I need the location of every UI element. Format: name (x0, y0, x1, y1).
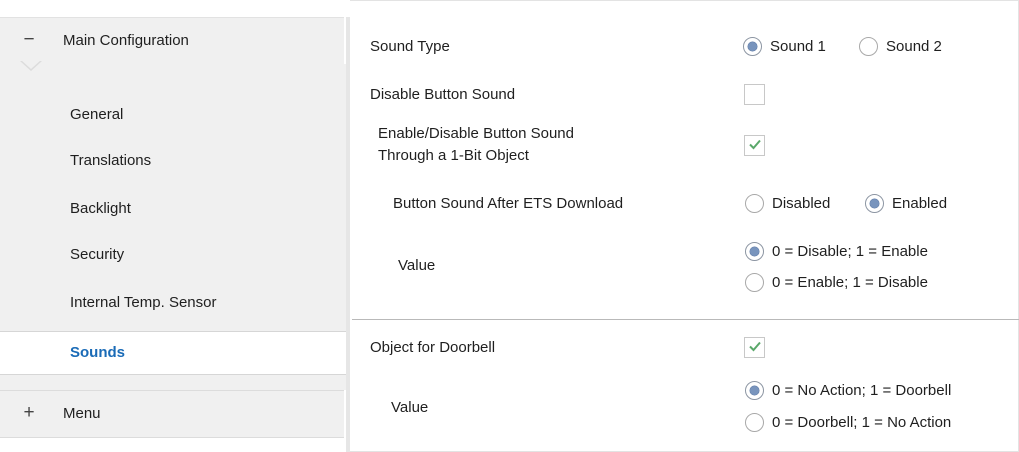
radio-label: 0 = Enable; 1 = Disable (772, 274, 928, 291)
sidebar-group-menu[interactable]: + Menu (0, 390, 344, 438)
sidebar-item-sounds[interactable]: Sounds (0, 331, 346, 375)
radio-button[interactable] (745, 413, 764, 432)
sidebar-item-backlight[interactable]: Backlight (0, 187, 344, 229)
radio-label: 0 = Doorbell; 1 = No Action (772, 414, 952, 431)
sound-type-label: Sound Type (370, 38, 450, 55)
sidebar-item-label: Security (70, 246, 125, 263)
sidebar-item-label: Backlight (70, 200, 131, 217)
sidebar: − Main Configuration General Translation… (0, 0, 350, 452)
sidebar-item-label: Internal Temp. Sensor (70, 294, 217, 311)
value2-option-doorbell-no-action[interactable]: 0 = Doorbell; 1 = No Action (745, 412, 1010, 434)
disable-button-sound-checkbox[interactable] (744, 84, 765, 105)
window: − Main Configuration General Translation… (0, 0, 1019, 452)
checkmark-icon (749, 139, 761, 150)
sidebar-item-general[interactable]: General (0, 93, 344, 135)
enable-disable-object-label-line2: Through a 1-Bit Object (378, 147, 529, 164)
sidebar-group-label: Main Configuration (63, 32, 189, 49)
sound-type-option-sound-1[interactable]: Sound 1 (743, 36, 843, 58)
after-download-option-disabled[interactable]: Disabled (745, 193, 855, 215)
radio-button[interactable] (859, 37, 878, 56)
value1-option-enable-disable[interactable]: 0 = Enable; 1 = Disable (745, 272, 975, 294)
sidebar-item-security[interactable]: Security (0, 233, 344, 275)
sidebar-group-main-configuration[interactable]: − Main Configuration (0, 17, 344, 65)
doorbell-object-checkbox[interactable] (744, 337, 765, 358)
sidebar-item-translations[interactable]: Translations (0, 139, 344, 181)
radio-label: Sound 1 (770, 38, 826, 55)
after-download-option-enabled[interactable]: Enabled (865, 193, 975, 215)
value-label: Value (398, 257, 436, 274)
sidebar-group-label: Menu (63, 405, 101, 422)
sidebar-item-label: General (70, 106, 124, 123)
enable-disable-object-label-line1: Enable/Disable Button Sound (378, 125, 574, 142)
sidebar-item-internal-temp-sensor[interactable]: Internal Temp. Sensor (0, 281, 344, 323)
selected-group-pointer (20, 60, 42, 71)
collapse-icon[interactable]: − (22, 30, 36, 49)
radio-button[interactable] (745, 273, 764, 292)
disable-button-sound-label: Disable Button Sound (370, 86, 516, 103)
after-download-label: Button Sound After ETS Download (393, 195, 624, 212)
expand-icon[interactable]: + (22, 403, 36, 422)
radio-button-checked[interactable] (865, 194, 884, 213)
sidebar-item-list: General Translations Backlight Security … (0, 64, 346, 390)
value-label: Value (391, 399, 429, 416)
checkmark-icon (749, 341, 761, 352)
radio-label: Disabled (772, 195, 831, 212)
radio-label: Enabled (892, 195, 948, 212)
doorbell-object-label: Object for Doorbell (370, 339, 496, 356)
radio-label: 0 = Disable; 1 = Enable (772, 243, 928, 260)
radio-button-checked[interactable] (743, 37, 762, 56)
section-divider (352, 319, 1019, 320)
value1-option-disable-enable[interactable]: 0 = Disable; 1 = Enable (745, 241, 975, 263)
sound-type-option-sound-2[interactable]: Sound 2 (859, 36, 959, 58)
radio-button-checked[interactable] (745, 381, 764, 400)
sidebar-item-label: Translations (70, 152, 152, 169)
sidebar-item-label: Sounds (70, 344, 125, 361)
parameters-panel: Sound Type Sound 1 Sound 2 Disable Butto… (350, 0, 1019, 452)
value2-option-no-action-doorbell[interactable]: 0 = No Action; 1 = Doorbell (745, 380, 1010, 402)
radio-label: 0 = No Action; 1 = Doorbell (772, 382, 952, 399)
radio-button-checked[interactable] (745, 242, 764, 261)
enable-disable-object-checkbox[interactable] (744, 135, 765, 156)
radio-button[interactable] (745, 194, 764, 213)
radio-label: Sound 2 (886, 38, 942, 55)
